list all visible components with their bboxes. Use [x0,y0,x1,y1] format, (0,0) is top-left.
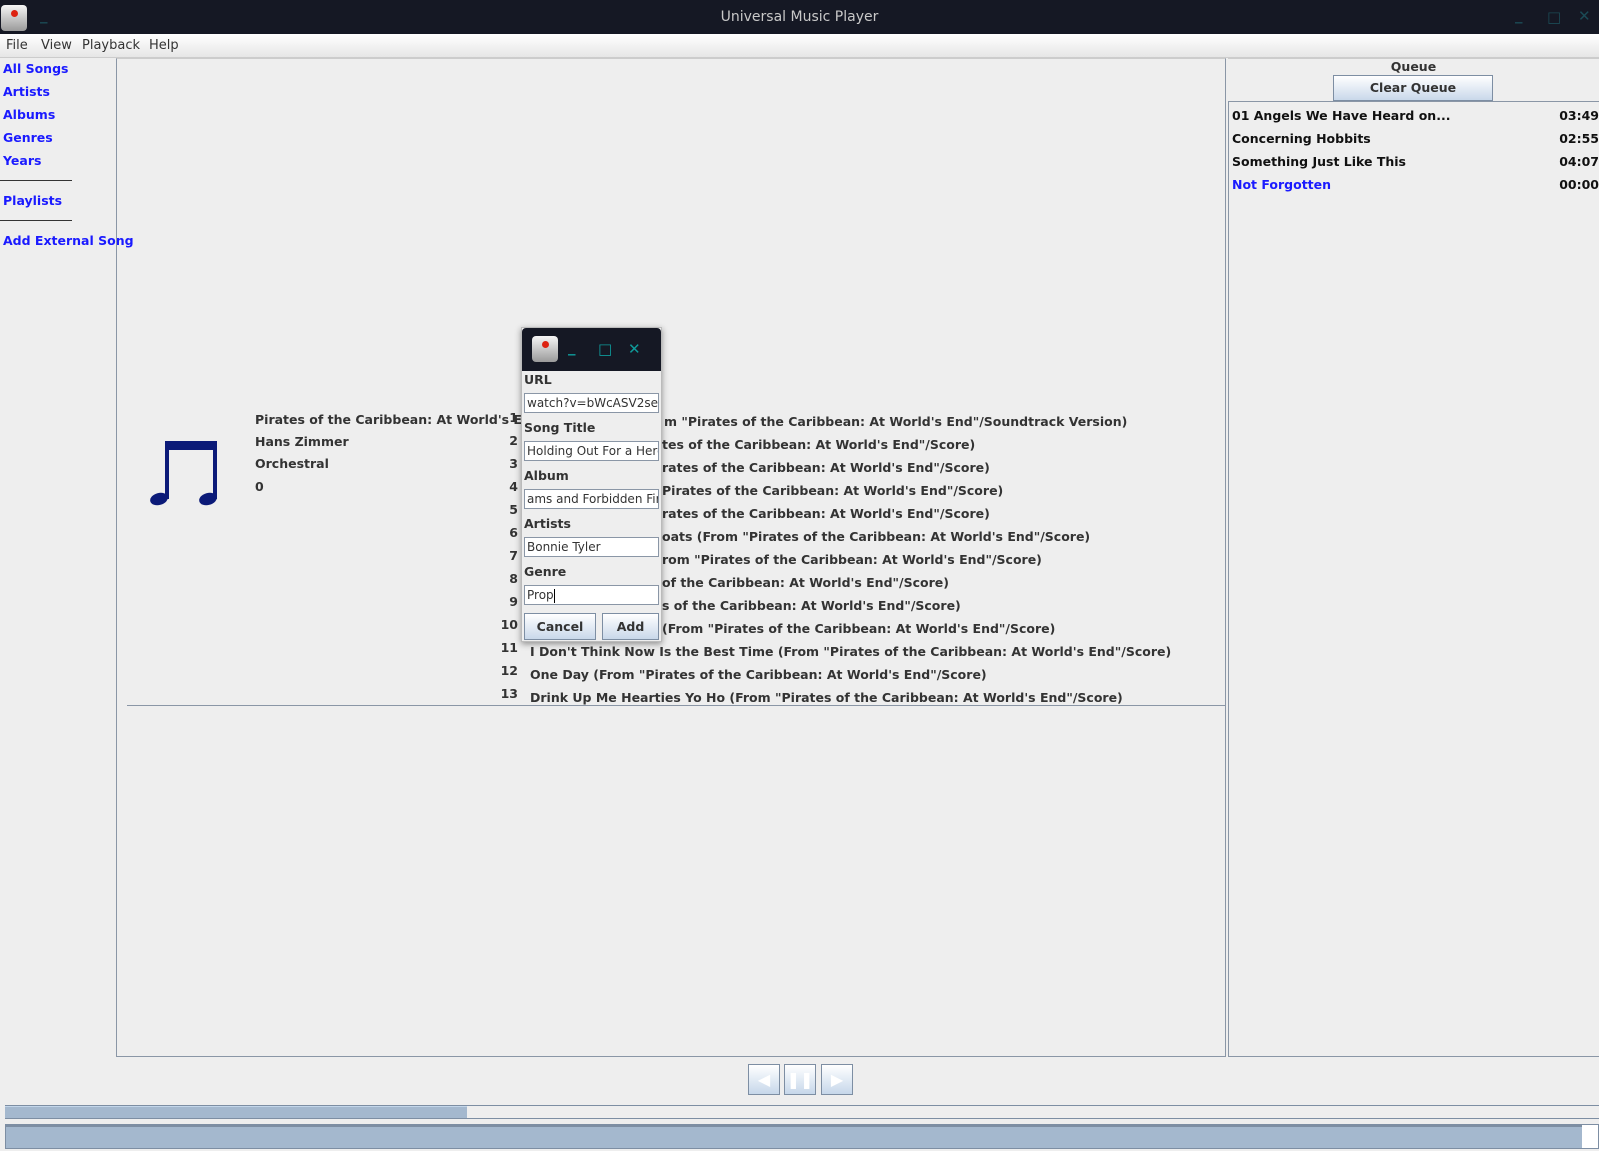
divider [0,180,72,181]
volume-slider[interactable] [5,1124,1599,1149]
track-title[interactable]: oats (From "Pirates of the Caribbean: At… [662,529,1090,544]
seek-progress [5,1106,468,1118]
track-number: 10 [500,617,518,632]
cancel-button[interactable]: Cancel [524,613,596,640]
maximize-button[interactable]: □ [598,340,612,358]
song-title-label: Song Title [524,420,596,435]
sidebar-item-artists[interactable]: Artists [3,84,50,99]
sidebar-item-playlists[interactable]: Playlists [3,193,62,208]
queue-label: Queue [1390,59,1437,74]
track-number: 8 [509,571,518,586]
maximize-button[interactable]: □ [1547,8,1561,26]
queue-item[interactable]: Something Just Like This 04:07 [1232,154,1599,169]
menu-playback[interactable]: Playback [82,38,140,53]
track-title[interactable]: rates of the Caribbean: At World's End"/… [662,506,990,521]
next-icon: ▶ [830,1070,844,1089]
previous-button[interactable]: ◀ [748,1064,780,1095]
queue-item-duration: 00:00 [1559,177,1599,192]
queue-item-title: 01 Angels We Have Heard on... [1232,108,1451,123]
title-bar: _ Universal Music Player _ □ ✕ [0,0,1599,34]
minimize-button[interactable]: _ [568,338,576,356]
sidebar-item-genres[interactable]: Genres [3,130,53,145]
minimize-button[interactable]: _ [1515,6,1523,24]
album-artist: Hans Zimmer [255,434,349,449]
queue-item-title: Something Just Like This [1232,154,1406,169]
track-number: 13 [500,686,518,701]
add-song-dialog: _ □ ✕ URL watch?v=bWcASV2sey0 Song Title… [521,327,662,642]
java-duke-icon [532,336,558,362]
track-number: 1 [509,410,518,425]
track-title[interactable]: Drink Up Me Hearties Yo Ho (From "Pirate… [530,690,1123,705]
menu-help[interactable]: Help [149,38,179,53]
album-input[interactable]: ams and Forbidden Fire [524,489,659,509]
track-title[interactable]: Pirates of the Caribbean: At World's End… [662,483,1003,498]
track-title[interactable]: (From "Pirates of the Caribbean: At Worl… [662,621,1055,636]
track-title[interactable]: tes of the Caribbean: At World's End"/Sc… [662,437,975,452]
seek-slider[interactable] [5,1105,1599,1119]
album-year: 0 [255,479,264,494]
queue-item[interactable]: 01 Angels We Have Heard on... 03:49 [1232,108,1599,123]
track-number: 4 [509,479,518,494]
queue-item-duration: 03:49 [1559,108,1599,123]
album-genre: Orchestral [255,456,329,471]
sidebar-item-years[interactable]: Years [3,153,41,168]
artists-input[interactable]: Bonnie Tyler [524,537,659,557]
close-button[interactable]: ✕ [1578,7,1591,25]
add-button[interactable]: Add [602,613,659,640]
pause-icon: ❚❚ [786,1070,814,1089]
genre-input[interactable]: Prop [524,585,659,605]
genre-label: Genre [524,564,567,579]
menu-bar: File View Playback Help [0,34,1599,58]
track-number: 12 [500,663,518,678]
song-title-input[interactable]: Holding Out For a Hero [524,441,659,461]
track-title[interactable]: m "Pirates of the Caribbean: At World's … [664,414,1127,429]
volume-level [6,1125,1583,1148]
dialog-title-bar: _ □ ✕ [522,328,661,371]
track-title[interactable]: rom "Pirates of the Caribbean: At World'… [662,552,1042,567]
sidebar-item-all-songs[interactable]: All Songs [3,61,68,76]
close-button[interactable]: ✕ [628,340,641,358]
clear-queue-button[interactable]: Clear Queue [1333,75,1493,101]
track-title[interactable]: s of the Caribbean: At World's End"/Scor… [662,598,961,613]
url-value: watch?v=bWcASV2sey0 [527,396,659,410]
track-number: 3 [509,456,518,471]
queue-item-duration: 04:07 [1559,154,1599,169]
album-value: ams and Forbidden Fire [527,492,659,506]
menu-view[interactable]: View [41,38,72,53]
artists-label: Artists [524,516,571,531]
track-number: 11 [500,640,518,655]
queue-item[interactable]: Not Forgotten 00:00 [1232,177,1599,192]
window-title: Universal Music Player [720,9,879,25]
genre-value: Prop [527,588,554,602]
pause-button[interactable]: ❚❚ [784,1064,816,1095]
sidebar-item-albums[interactable]: Albums [3,107,55,122]
track-title[interactable]: of the Caribbean: At World's End"/Score) [662,575,949,590]
album-label: Album [524,468,569,483]
song-title-value: Holding Out For a Hero [527,444,659,458]
queue-item-title: Not Forgotten [1232,177,1332,192]
track-number: 6 [509,525,518,540]
previous-icon: ◀ [757,1070,771,1089]
track-title[interactable]: rates of the Caribbean: At World's End"/… [662,460,990,475]
url-label: URL [524,372,552,387]
artists-value: Bonnie Tyler [527,540,601,554]
queue-list: 01 Angels We Have Heard on... 03:49 Concer… [1228,101,1599,1057]
track-title[interactable]: One Day (From "Pirates of the Caribbean:… [530,667,987,682]
track-number: 5 [509,502,518,517]
add-external-song-link[interactable]: Add External Song [3,233,134,248]
track-number: 2 [509,433,518,448]
queue-item[interactable]: Concerning Hobbits 02:55 [1232,131,1599,146]
text-caret [553,588,555,603]
music-note-icon [150,441,217,506]
track-number: 9 [509,594,518,609]
divider [0,220,72,221]
track-number: 7 [509,548,518,563]
url-input[interactable]: watch?v=bWcASV2sey0 [524,393,659,413]
divider [127,705,1226,706]
next-button[interactable]: ▶ [821,1064,853,1095]
track-title[interactable]: I Don't Think Now Is the Best Time (From… [530,644,1171,659]
queue-item-duration: 02:55 [1559,131,1599,146]
menu-file[interactable]: File [6,38,28,53]
queue-item-title: Concerning Hobbits [1232,131,1371,146]
